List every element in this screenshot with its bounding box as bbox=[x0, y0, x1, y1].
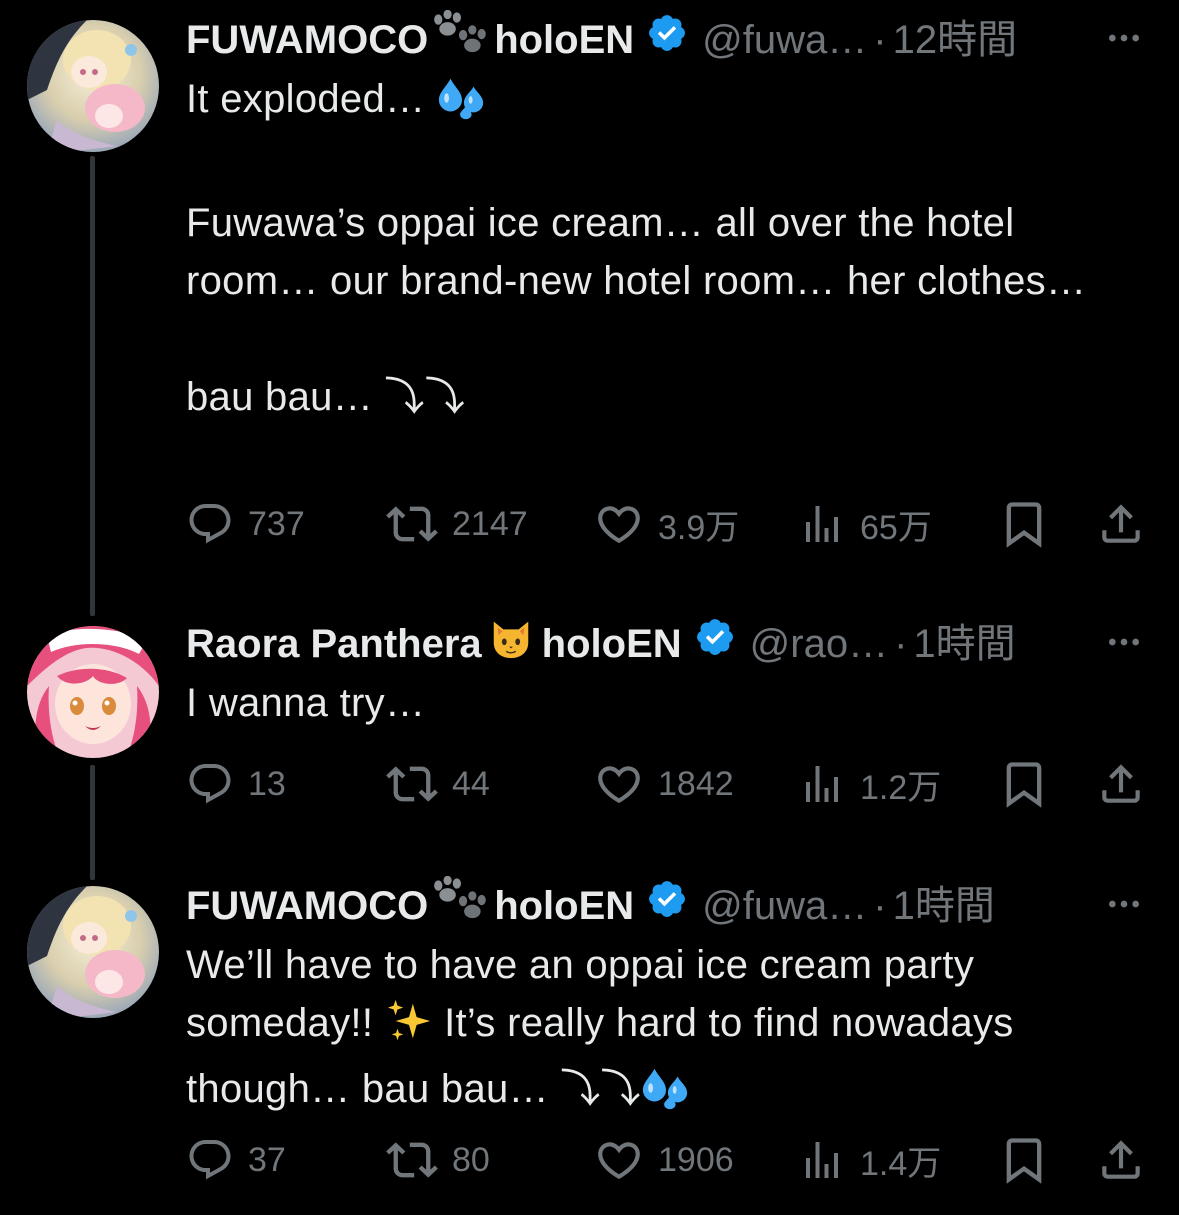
reply-icon bbox=[186, 500, 234, 548]
timestamp[interactable]: 1時間 bbox=[893, 878, 995, 934]
tweet-actions: 13 44 1842 1.2万 bbox=[186, 756, 1146, 812]
sparkles-icon bbox=[385, 998, 433, 1060]
tweet[interactable]: FUWAMOCO holoEN @fuwa… · 12時間 It explode… bbox=[0, 12, 1179, 572]
share-button[interactable] bbox=[1096, 496, 1146, 552]
like-button[interactable]: 3.9万 bbox=[594, 496, 739, 552]
repost-icon bbox=[386, 1134, 438, 1186]
reply-button[interactable]: 737 bbox=[186, 496, 305, 552]
tweet-text: We’ll have to have an oppai ice cream pa… bbox=[186, 936, 1146, 1126]
display-name[interactable]: Raora Panthera bbox=[186, 616, 482, 672]
bookmark-button[interactable] bbox=[998, 1132, 1050, 1188]
like-button[interactable]: 1906 bbox=[594, 1132, 734, 1188]
view-count: 1.2万 bbox=[860, 768, 942, 807]
tweet-text-line bbox=[186, 136, 1146, 194]
share-button[interactable] bbox=[1096, 1132, 1146, 1188]
more-options-button[interactable] bbox=[1104, 12, 1144, 68]
share-icon bbox=[1096, 499, 1146, 549]
heart-icon bbox=[594, 499, 644, 549]
tweet-text: It exploded… Fuwawa’s oppai ice cream… a… bbox=[186, 70, 1146, 426]
repost-button[interactable]: 80 bbox=[386, 1132, 490, 1188]
like-count: 1842 bbox=[658, 764, 734, 803]
tweet-header: Raora Panthera holoEN @rao… · 1時間 bbox=[186, 616, 1016, 672]
user-handle[interactable]: @rao… bbox=[750, 616, 888, 672]
avatar[interactable] bbox=[27, 626, 159, 758]
user-handle[interactable]: @fuwa… bbox=[702, 878, 867, 934]
verified-badge-icon[interactable] bbox=[694, 616, 736, 673]
tweet-text: I wanna try… bbox=[186, 674, 1146, 732]
tweet-actions: 37 80 1906 1.4万 bbox=[186, 1132, 1146, 1188]
share-button[interactable] bbox=[1096, 756, 1146, 812]
repost-icon bbox=[386, 758, 438, 810]
heart-icon bbox=[594, 1135, 644, 1185]
more-icon bbox=[1104, 622, 1144, 667]
reply-button[interactable]: 37 bbox=[186, 1132, 286, 1188]
display-name-suffix[interactable]: holoEN bbox=[542, 616, 682, 672]
sweat-droplets-icon bbox=[641, 1066, 691, 1126]
cat-face-icon bbox=[488, 614, 534, 675]
repost-icon bbox=[386, 498, 438, 550]
more-icon bbox=[1104, 18, 1144, 63]
bookmark-button[interactable] bbox=[998, 496, 1050, 552]
reply-button[interactable]: 13 bbox=[186, 756, 286, 812]
more-options-button[interactable] bbox=[1104, 616, 1144, 672]
like-count: 1906 bbox=[658, 1140, 734, 1179]
reply-count: 13 bbox=[248, 764, 286, 803]
tweet[interactable]: Raora Panthera holoEN @rao… · 1時間 I wann… bbox=[0, 616, 1179, 816]
reply-icon bbox=[186, 760, 234, 808]
views-chart-icon bbox=[798, 500, 846, 548]
avatar[interactable] bbox=[27, 886, 159, 1018]
heart-icon bbox=[594, 759, 644, 809]
tweet-text-line: I wanna try… bbox=[186, 681, 426, 725]
like-button[interactable]: 1842 bbox=[594, 756, 734, 812]
verified-badge-icon[interactable] bbox=[646, 12, 688, 69]
repost-count: 80 bbox=[452, 1140, 490, 1179]
reply-count: 37 bbox=[248, 1140, 286, 1179]
display-name[interactable]: FUWAMOCO bbox=[186, 12, 428, 68]
share-icon bbox=[1096, 1135, 1146, 1185]
timestamp[interactable]: 1時間 bbox=[913, 616, 1015, 672]
repost-button[interactable]: 44 bbox=[386, 756, 490, 812]
views-chart-icon bbox=[798, 1136, 846, 1184]
paw-prints-icon bbox=[430, 10, 492, 71]
tweet-text-line: bau bau… ⤵⤵ bbox=[186, 375, 466, 419]
verified-badge-icon[interactable] bbox=[646, 878, 688, 935]
repost-count: 2147 bbox=[452, 504, 528, 543]
display-name-suffix[interactable]: holoEN bbox=[494, 12, 634, 68]
reply-count: 737 bbox=[248, 504, 305, 543]
bookmark-button[interactable] bbox=[998, 756, 1050, 812]
tweet-actions: 737 2147 3.9万 65万 bbox=[186, 496, 1146, 552]
paw-prints-icon bbox=[430, 876, 492, 937]
tweet-text-line bbox=[186, 310, 1146, 368]
avatar[interactable] bbox=[27, 20, 159, 152]
sweat-droplets-icon bbox=[437, 76, 487, 136]
tweet-header: FUWAMOCO holoEN @fuwa… · 12時間 bbox=[186, 12, 1017, 68]
separator-dot: · bbox=[894, 622, 908, 666]
tweet[interactable]: FUWAMOCO holoEN @fuwa… · 1時間 We’ll have … bbox=[0, 878, 1179, 1198]
tweet-text-line: Fuwawa’s oppai ice cream… all over the h… bbox=[186, 201, 1087, 303]
like-count: 3.9万 bbox=[658, 508, 740, 547]
views-button[interactable]: 65万 bbox=[798, 496, 932, 552]
separator-dot: · bbox=[873, 18, 887, 62]
views-button[interactable]: 1.4万 bbox=[798, 1132, 941, 1188]
bookmark-icon bbox=[998, 758, 1050, 810]
tweet-text-line: It exploded… bbox=[186, 77, 426, 121]
separator-dot: · bbox=[873, 884, 887, 928]
views-chart-icon bbox=[798, 760, 846, 808]
more-icon bbox=[1104, 884, 1144, 929]
reply-icon bbox=[186, 1136, 234, 1184]
user-handle[interactable]: @fuwa… bbox=[702, 12, 867, 68]
views-button[interactable]: 1.2万 bbox=[798, 756, 941, 812]
more-options-button[interactable] bbox=[1104, 878, 1144, 934]
bookmark-icon bbox=[998, 498, 1050, 550]
timestamp[interactable]: 12時間 bbox=[893, 12, 1018, 68]
view-count: 1.4万 bbox=[860, 1144, 942, 1183]
display-name-suffix[interactable]: holoEN bbox=[494, 878, 634, 934]
view-count: 65万 bbox=[860, 508, 932, 547]
tweet-header: FUWAMOCO holoEN @fuwa… · 1時間 bbox=[186, 878, 995, 934]
share-icon bbox=[1096, 759, 1146, 809]
repost-button[interactable]: 2147 bbox=[386, 496, 528, 552]
bookmark-icon bbox=[998, 1134, 1050, 1186]
display-name[interactable]: FUWAMOCO bbox=[186, 878, 428, 934]
repost-count: 44 bbox=[452, 764, 490, 803]
